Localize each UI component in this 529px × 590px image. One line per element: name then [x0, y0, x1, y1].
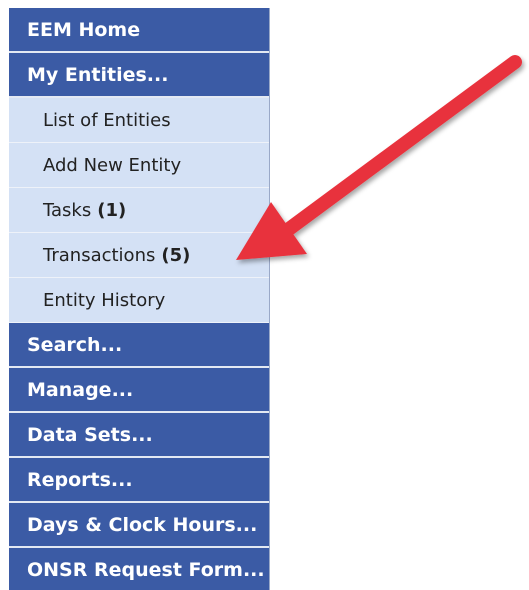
screenshot-stage: EEM Home My Entities... List of Entities… [0, 0, 529, 590]
nav-onsr-request-form-label: ONSR Request Form... [27, 559, 265, 581]
nav-my-entities-label: My Entities... [27, 64, 169, 86]
nav-days-clock-hours[interactable]: Days & Clock Hours... [9, 503, 269, 548]
nav-tasks-label: Tasks [43, 200, 92, 221]
nav-reports-label: Reports... [27, 469, 133, 491]
nav-onsr-request-form[interactable]: ONSR Request Form... [9, 548, 269, 590]
sidebar-navigation: EEM Home My Entities... List of Entities… [9, 8, 270, 590]
nav-transactions[interactable]: Transactions (5) [9, 233, 269, 278]
nav-manage-label: Manage... [27, 379, 134, 401]
nav-entity-history[interactable]: Entity History [9, 278, 269, 323]
nav-data-sets[interactable]: Data Sets... [9, 413, 269, 458]
tasks-count-badge: (1) [97, 200, 127, 221]
nav-transactions-label: Transactions [43, 245, 156, 266]
nav-days-clock-hours-label: Days & Clock Hours... [27, 514, 258, 536]
nav-tasks[interactable]: Tasks (1) [9, 188, 269, 233]
nav-list-of-entities-label: List of Entities [43, 110, 171, 131]
nav-add-new-entity[interactable]: Add New Entity [9, 143, 269, 188]
nav-add-new-entity-label: Add New Entity [43, 155, 182, 176]
transactions-count-badge: (5) [161, 245, 191, 266]
nav-manage[interactable]: Manage... [9, 368, 269, 413]
nav-reports[interactable]: Reports... [9, 458, 269, 503]
nav-entity-history-label: Entity History [43, 290, 166, 311]
nav-search[interactable]: Search... [9, 323, 269, 368]
nav-eem-home-label: EEM Home [27, 19, 141, 41]
nav-search-label: Search... [27, 334, 123, 356]
nav-list-of-entities[interactable]: List of Entities [9, 98, 269, 143]
nav-my-entities[interactable]: My Entities... [9, 53, 269, 98]
nav-data-sets-label: Data Sets... [27, 424, 153, 446]
nav-eem-home[interactable]: EEM Home [9, 8, 269, 53]
